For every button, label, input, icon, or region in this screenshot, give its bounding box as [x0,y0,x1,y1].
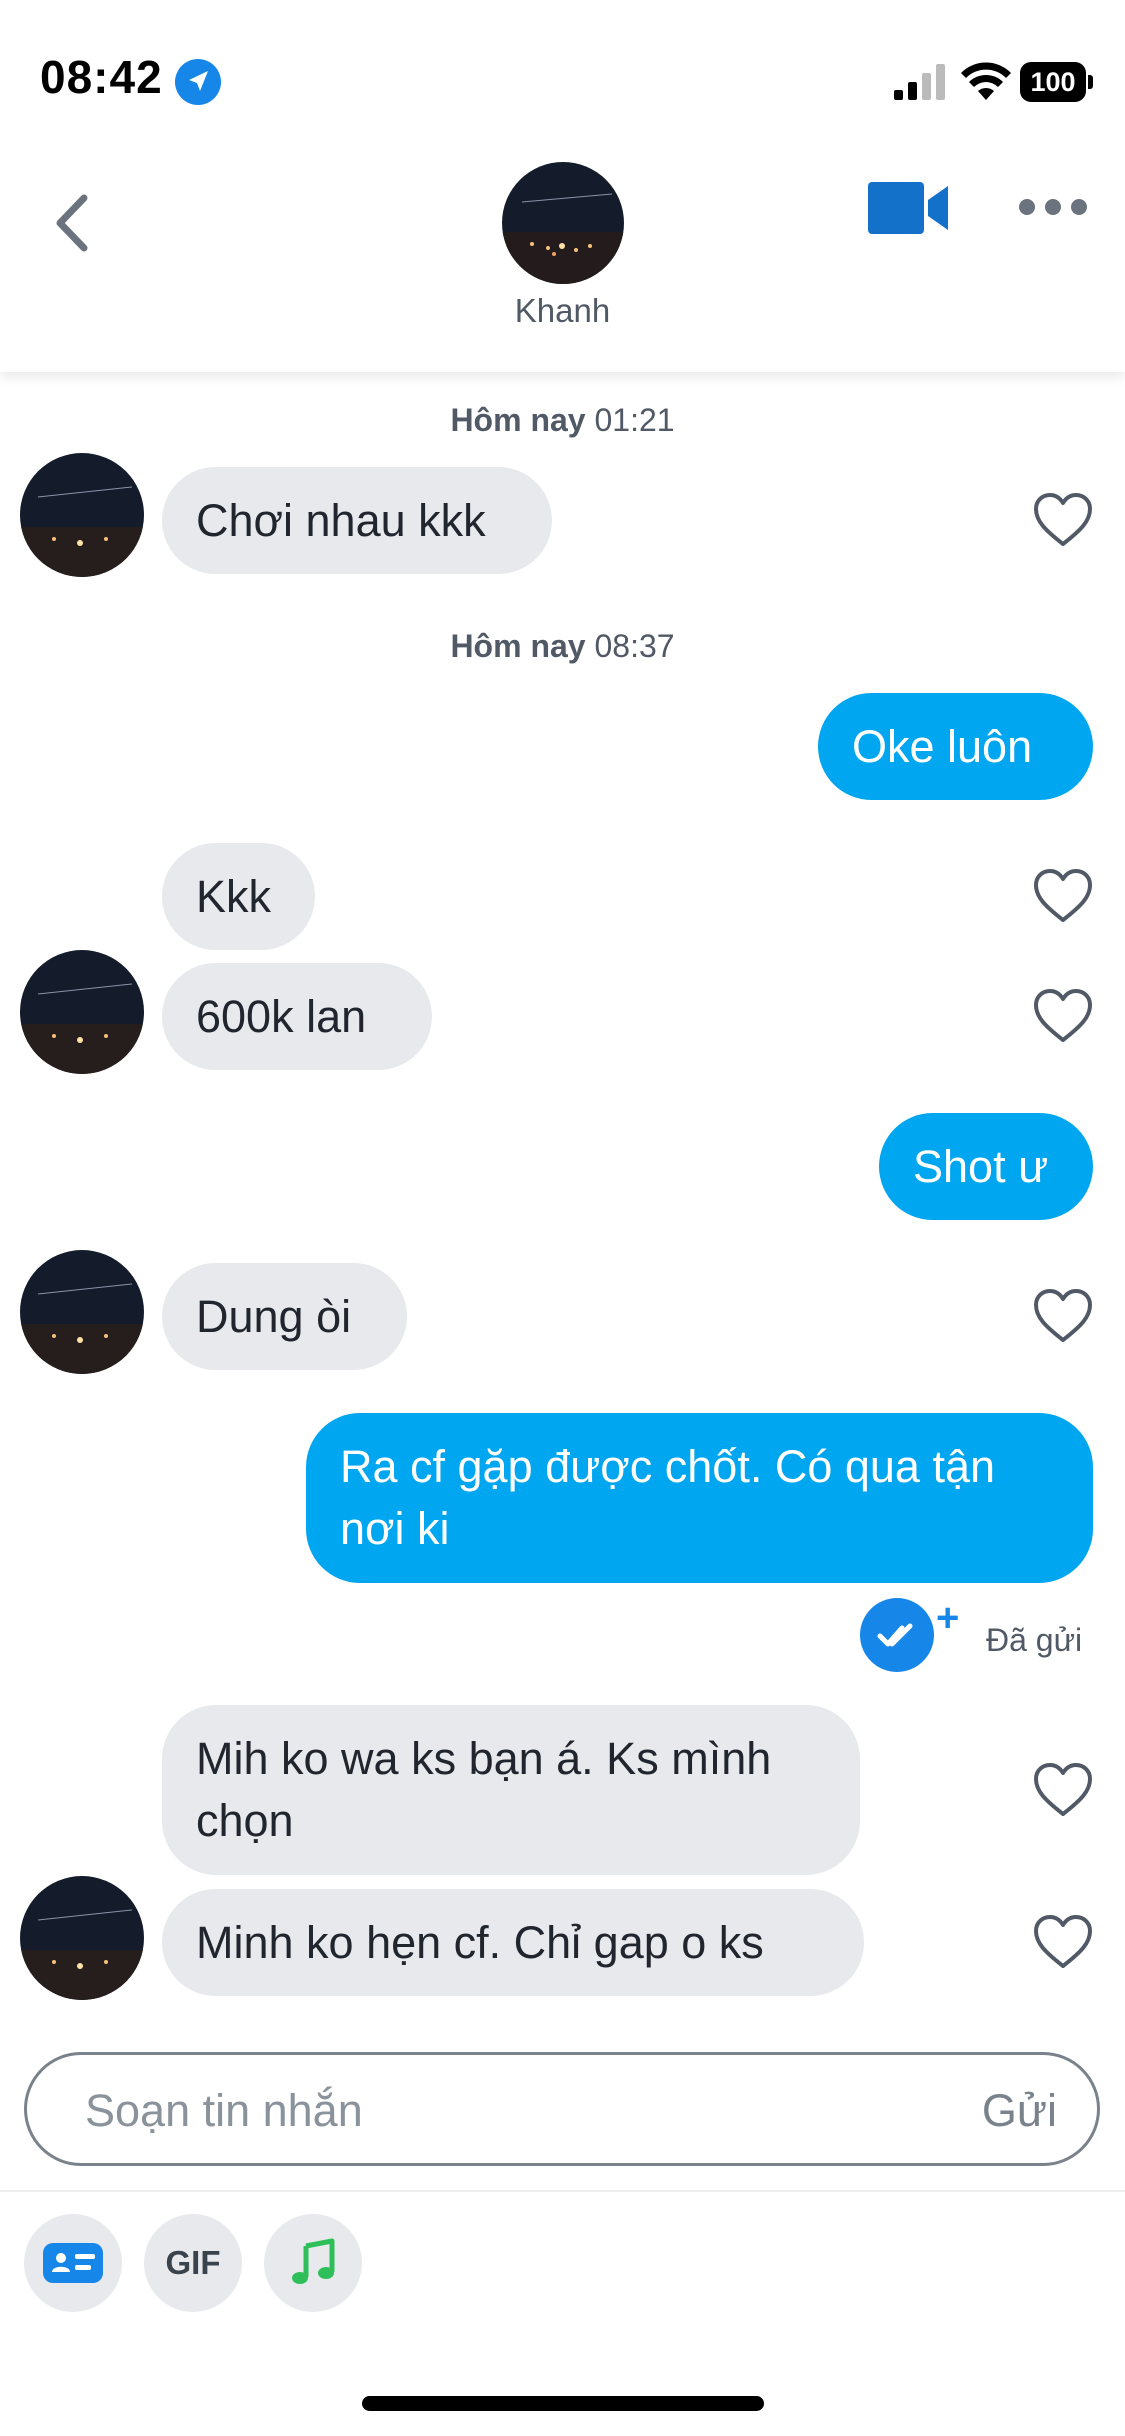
heart-like-icon[interactable] [1033,1762,1093,1818]
heart-like-icon[interactable] [1033,1914,1093,1970]
plus-icon: + [936,1596,960,1640]
contact-name[interactable]: Khanh [0,292,1125,330]
message-text: Shot ư [913,1140,1049,1192]
message-bubble-incoming[interactable]: Minh ko hẹn cf. Chỉ gap o ks [162,1889,864,1996]
message-bubble-incoming[interactable]: Kkk [162,843,315,950]
wifi-icon [961,62,1011,100]
message-text: Oke luôn [852,720,1033,772]
message-text: Minh ko hẹn cf. Chỉ gap o ks [196,1916,764,1968]
battery-icon: 100 [1020,62,1093,102]
sent-status: Đã gửi [986,1622,1083,1658]
back-button[interactable] [40,188,110,258]
heart-like-icon[interactable] [1033,1288,1093,1344]
status-time: 08:42 [40,51,163,103]
contact-avatar[interactable] [502,162,624,284]
video-call-button[interactable] [866,178,950,238]
message-bubble-outgoing[interactable]: Shot ư [879,1113,1093,1220]
send-button[interactable]: Gửi [982,2085,1057,2137]
message-bubble-incoming[interactable]: 600k lan [162,963,432,1070]
status-bar: 08:42 100 [0,0,1125,150]
sticker-card-icon [43,2243,103,2283]
battery-level: 100 [1020,62,1086,102]
more-options-button[interactable] [1018,192,1088,222]
sender-avatar[interactable] [20,453,144,577]
timestamp: Hôm nay 01:21 [450,402,675,438]
location-arrow-icon [175,59,221,105]
message-composer[interactable]: Soạn tin nhắn Gửi [24,2052,1100,2166]
music-note-icon [292,2238,335,2284]
message-text: Kkk [196,870,272,922]
gif-icon: GIF [165,2244,221,2281]
message-text: 600k lan [196,990,367,1042]
heart-like-icon[interactable] [1033,988,1093,1044]
message-text: Ra cf gặp được chốt. Có qua tận nơi ki [340,1441,996,1554]
message-bubble-incoming[interactable]: Dung òi [162,1263,407,1370]
message-bubble-incoming[interactable]: Mih ko wa ks bạn á. Ks mình chọn [162,1705,860,1875]
double-check-icon [877,1623,913,1647]
message-text: Mih ko wa ks bạn á. Ks mình chọn [196,1733,772,1846]
sender-avatar[interactable] [20,1876,144,2000]
music-button[interactable] [264,2214,362,2312]
sender-avatar[interactable] [20,1250,144,1374]
message-bubble-outgoing[interactable]: Ra cf gặp được chốt. Có qua tận nơi ki [306,1413,1093,1583]
home-indicator[interactable] [362,2396,764,2411]
read-receipt-badge [860,1598,934,1672]
message-input[interactable]: Soạn tin nhắn [85,2085,363,2137]
message-bubble-incoming[interactable]: Chơi nhau kkk [162,467,552,574]
timestamp: Hôm nay 08:37 [450,628,675,664]
gif-button[interactable]: GIF [144,2214,242,2312]
heart-like-icon[interactable] [1033,868,1093,924]
message-text: Chơi nhau kkk [196,494,486,546]
divider [0,2190,1125,2192]
chat-header: Khanh [0,150,1125,372]
sticker-button[interactable] [24,2214,122,2312]
message-text: Dung òi [196,1290,352,1342]
cellular-signal-icon [894,64,945,100]
message-bubble-outgoing[interactable]: Oke luôn [818,693,1093,800]
sender-avatar[interactable] [20,950,144,1074]
heart-like-icon[interactable] [1033,492,1093,548]
